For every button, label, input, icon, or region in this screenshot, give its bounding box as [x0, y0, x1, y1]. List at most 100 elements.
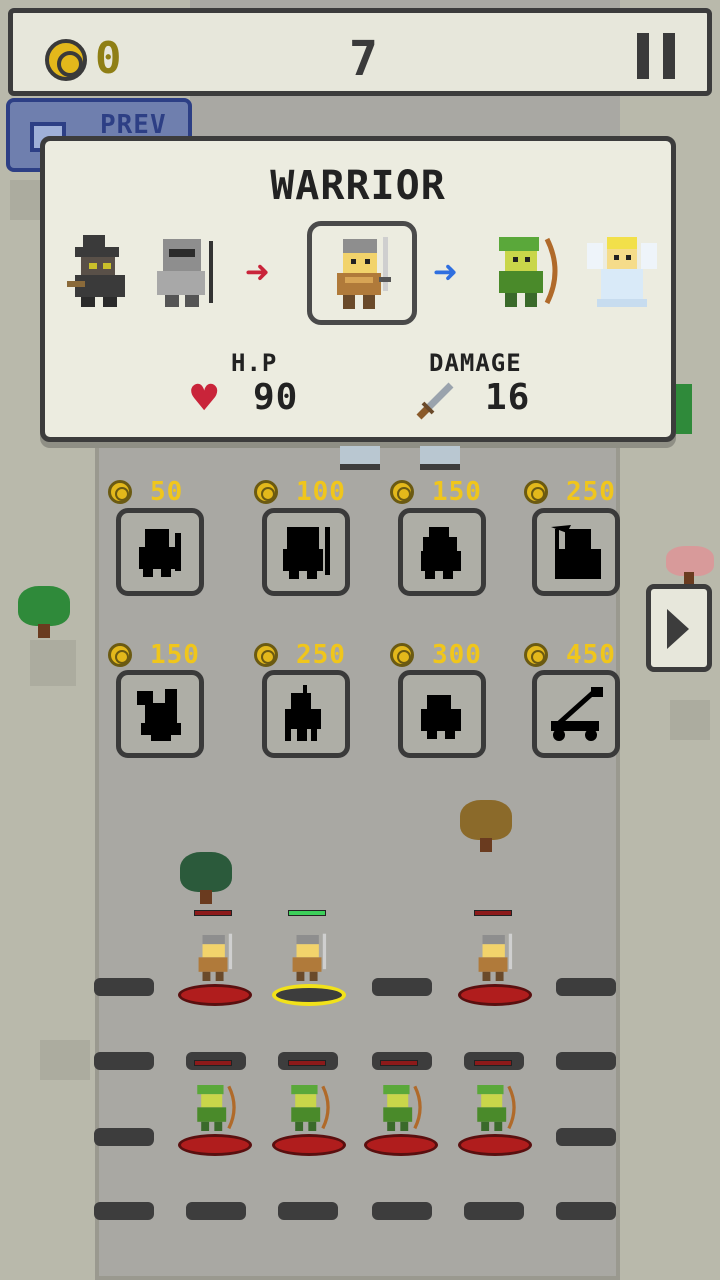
health-bar [380, 1060, 418, 1066]
unit-base [178, 984, 252, 1006]
play-arrow-icon [667, 609, 689, 649]
warrior-troop[interactable] [458, 910, 532, 1006]
price-tag: 300 [390, 640, 482, 670]
elf-archer-troop[interactable] [364, 1060, 438, 1156]
price-value: 50 [150, 477, 184, 507]
pause-button[interactable] [633, 33, 683, 81]
armored-soldier-silhouette-icon [283, 527, 330, 579]
unit-top-icon [340, 446, 380, 470]
unit-base [458, 984, 532, 1006]
elf-archer-icon [197, 1085, 236, 1131]
damage-value: 16 [485, 377, 531, 418]
health-bar [474, 910, 512, 916]
damage-label: DAMAGE [429, 349, 522, 377]
catapult-silhouette-icon [551, 687, 603, 741]
warrior-icon [198, 933, 233, 981]
shop-slot-2[interactable] [262, 508, 350, 596]
tree-icon [180, 852, 232, 908]
coin-icon [108, 643, 132, 667]
evolution-arrow-icon: ➜ [245, 250, 271, 296]
price-tag: 100 [254, 477, 346, 507]
rock-shape [30, 640, 76, 686]
grid-cell [556, 1128, 616, 1146]
price-tag: 150 [390, 477, 482, 507]
grid-cell [556, 978, 616, 996]
dark-mage-icon [67, 235, 125, 307]
heart-icon: ♥ [191, 373, 218, 424]
grid-cell [278, 1202, 338, 1220]
grid-cell [94, 1128, 154, 1146]
grid-cell [372, 1202, 432, 1220]
grid-cell [94, 1052, 154, 1070]
tree-icon [460, 800, 512, 856]
health-bar [194, 1060, 232, 1066]
grid-cell [464, 1202, 524, 1220]
wave-number: 7 [349, 31, 379, 87]
warrior-icon [292, 933, 327, 981]
shop-slot-3[interactable] [398, 508, 486, 596]
health-bar [474, 1060, 512, 1066]
price-tag: 50 [108, 477, 183, 507]
grid-cell [94, 978, 154, 996]
price-tag: 250 [524, 477, 616, 507]
knight-icon [157, 239, 213, 307]
shop-slot-6[interactable] [262, 670, 350, 758]
elf-archer-troop[interactable] [272, 1060, 346, 1156]
unit-base-selected [272, 984, 346, 1006]
health-bar [194, 910, 232, 916]
price-tag: 450 [524, 640, 616, 670]
unit-base [364, 1134, 438, 1156]
grid-cell [556, 1052, 616, 1070]
elf-archer-icon [383, 1085, 422, 1131]
dragon-silhouette-icon [137, 689, 181, 741]
unit-base [458, 1134, 532, 1156]
reaper-silhouette-icon [551, 525, 601, 579]
hp-value: 90 [253, 377, 299, 418]
unit-top-icon [420, 446, 460, 470]
warrior-icon [478, 933, 513, 981]
shop-slot-7[interactable] [398, 670, 486, 758]
elf-archer-troop[interactable] [458, 1060, 532, 1156]
coin-icon [108, 480, 132, 504]
coin-icon [390, 480, 414, 504]
coin-icon [524, 480, 548, 504]
grid-cell [94, 1202, 154, 1220]
beast-silhouette-icon [421, 695, 461, 739]
health-bar [288, 1060, 326, 1066]
elf-archer-icon [291, 1085, 330, 1131]
pause-icon-bar [663, 33, 675, 79]
pause-icon [637, 33, 649, 79]
price-tag: 250 [254, 640, 346, 670]
elf-archer-icon [499, 237, 558, 307]
price-value: 150 [432, 477, 482, 507]
next-page-button[interactable] [646, 584, 712, 672]
elf-archer-troop[interactable] [178, 1060, 252, 1156]
shop-slot-5[interactable] [116, 670, 204, 758]
angel-icon [587, 237, 657, 307]
top-bar: 0 7 [8, 8, 712, 96]
shop-slot-8[interactable] [532, 670, 620, 758]
price-value: 150 [150, 640, 200, 670]
tree-icon [18, 586, 70, 642]
unit-title: WARRIOR [270, 163, 446, 209]
grid-cell [556, 1202, 616, 1220]
shop-slot-4[interactable] [532, 508, 620, 596]
coin-count: 0 [95, 33, 123, 84]
tree-icon [666, 546, 714, 586]
grid-cell [372, 978, 432, 996]
price-tag: 150 [108, 640, 200, 670]
warrior-troop[interactable] [178, 910, 252, 1006]
hooded-unit-silhouette-icon [421, 527, 461, 579]
coin-icon [45, 39, 87, 81]
coin-icon [254, 480, 278, 504]
unit-info-panel: WARRIOR ➜ ➜ H.P ♥ 90 DAMAGE 16 [40, 136, 676, 442]
rock-shape [40, 1040, 90, 1080]
price-value: 250 [296, 640, 346, 670]
shop-slot-1[interactable] [116, 508, 204, 596]
price-value: 450 [566, 640, 616, 670]
shield-soldier-silhouette-icon [139, 529, 181, 577]
coin-icon [390, 643, 414, 667]
warrior-troop-selected[interactable] [272, 910, 346, 1006]
rock-shape [670, 700, 710, 740]
price-value: 100 [296, 477, 346, 507]
